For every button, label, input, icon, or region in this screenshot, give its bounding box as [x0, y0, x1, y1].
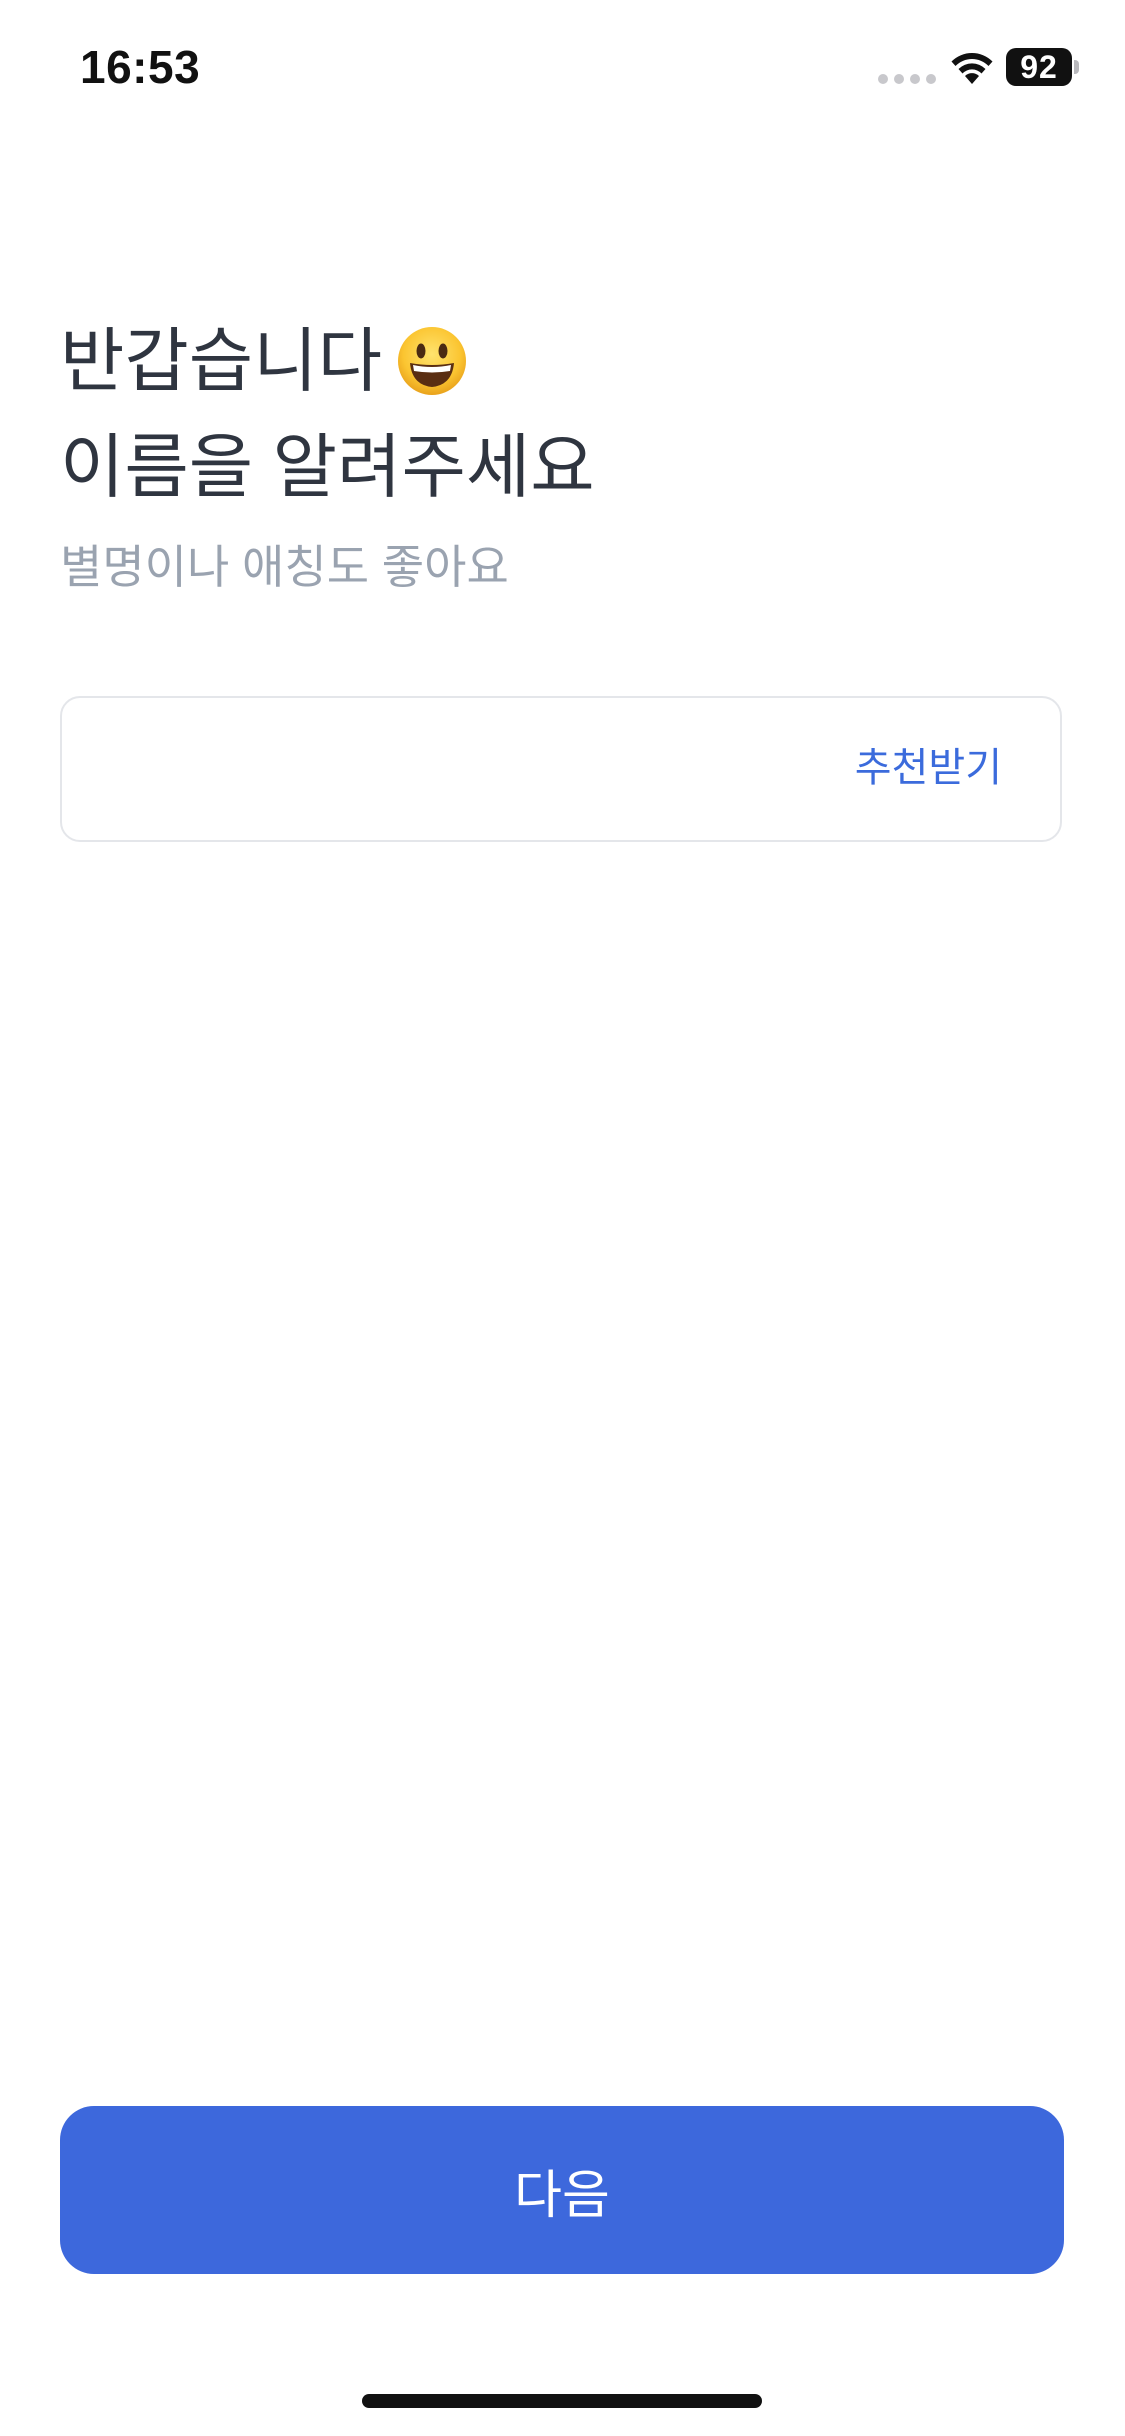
greeting-heading: 반갑습니다	[60, 326, 468, 403]
greeting-text: 반갑습니다	[60, 322, 382, 400]
home-indicator[interactable]	[362, 2394, 762, 2408]
name-input-container: 추천받기	[60, 696, 1062, 842]
status-time: 16:53	[80, 41, 201, 93]
smiling-face-emoji-icon	[398, 326, 466, 395]
next-button[interactable]: 다음	[60, 2106, 1064, 2274]
battery-indicator: 92	[1006, 48, 1072, 86]
cellular-signal-icon	[878, 74, 936, 84]
recommend-button[interactable]: 추천받기	[855, 742, 1002, 794]
subtitle: 별명이나 애칭도 좋아요	[60, 541, 509, 593]
name-prompt-heading: 이름을 알려주세요	[60, 428, 595, 506]
name-input[interactable]	[92, 698, 856, 842]
status-bar: 16:53 92	[0, 0, 1125, 140]
battery-tip	[1074, 60, 1079, 74]
wifi-icon	[951, 53, 993, 84]
battery-level: 92	[1020, 48, 1058, 85]
